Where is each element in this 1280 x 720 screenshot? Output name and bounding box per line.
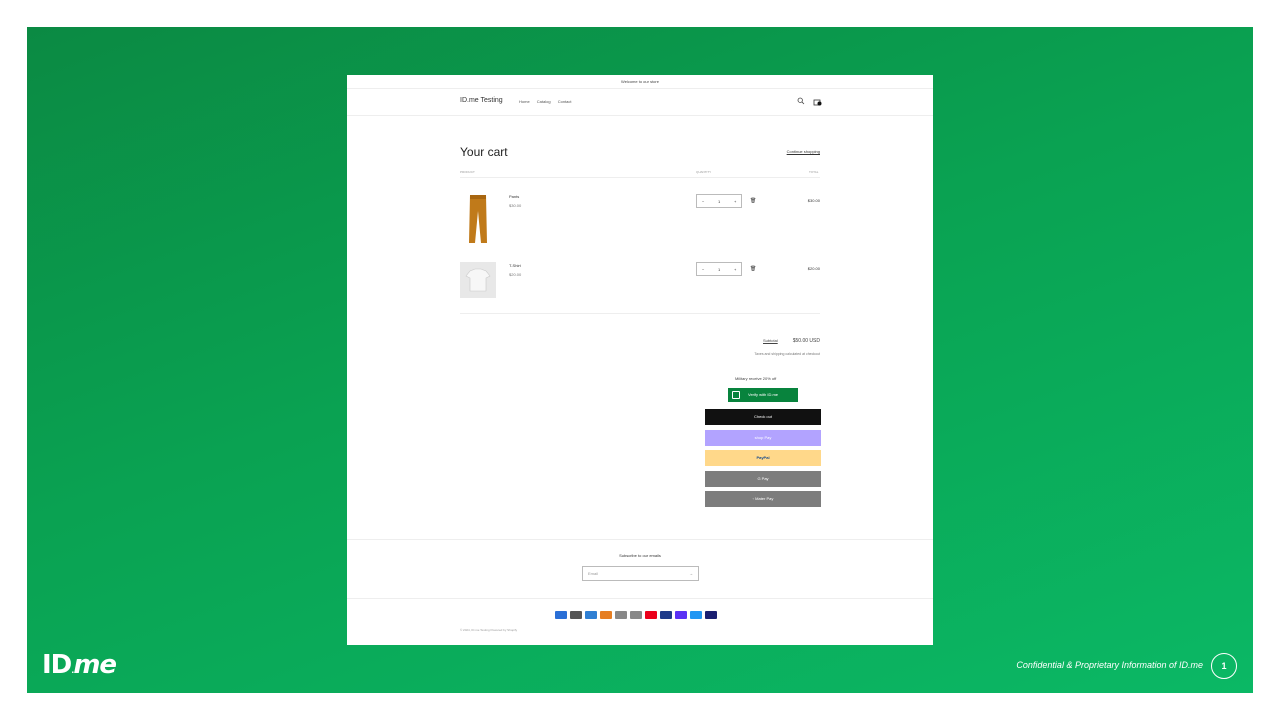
page-number: 1 (1211, 653, 1237, 679)
minus-button[interactable]: − (702, 267, 704, 272)
nav-contact[interactable]: Contact (558, 99, 572, 104)
nav-catalog[interactable]: Catalog (537, 99, 551, 104)
arrow-right-icon[interactable]: → (689, 567, 693, 580)
payment-method-icon (570, 611, 582, 619)
item-name[interactable]: T-Shirt (509, 263, 521, 268)
idme-shield-icon (732, 390, 740, 399)
paypal-button[interactable]: PayPal (705, 450, 821, 466)
divider (347, 598, 933, 599)
minus-button[interactable]: − (702, 199, 704, 204)
browser-screenshot: Welcome to our store ID.me Testing Home … (347, 75, 933, 645)
item-price: $30.00 (509, 203, 522, 208)
column-product: PRODUCT (460, 170, 475, 174)
item-price: $20.00 (509, 272, 522, 277)
payment-method-icon (555, 611, 567, 619)
email-input[interactable]: Email → (582, 566, 699, 581)
announcement-bar: Welcome to our store (347, 75, 933, 89)
column-total: TOTAL (809, 170, 819, 174)
payment-method-icon (630, 611, 642, 619)
cart-title: Your cart (460, 145, 508, 159)
checkout-button[interactable]: Check out (705, 409, 821, 425)
payment-method-icon (690, 611, 702, 619)
quantity-stepper[interactable]: − 1 + (696, 262, 742, 276)
subtotal-label: Subtotal (763, 338, 778, 343)
main-nav: Home Catalog Contact (519, 99, 578, 104)
mastercard-pay-button[interactable]: ◦ Mater Pay (705, 491, 821, 507)
payment-icons (555, 611, 717, 619)
verify-label: Verify with ID.me (748, 392, 779, 397)
military-note: Military receive 20% off (735, 376, 777, 381)
email-placeholder: Email (588, 571, 599, 576)
tax-note: Taxes and shipping calculated at checkou… (754, 352, 820, 356)
payment-method-icon (645, 611, 657, 619)
google-pay-button[interactable]: G Pay (705, 471, 821, 487)
plus-button[interactable]: + (734, 267, 736, 272)
confidential-note: Confidential & Proprietary Information o… (1016, 660, 1203, 670)
quantity-value[interactable]: 1 (718, 199, 720, 204)
divider (460, 177, 820, 178)
plus-button[interactable]: + (734, 199, 736, 204)
column-quantity: QUANTITY (696, 170, 712, 174)
divider (347, 539, 933, 540)
divider (460, 313, 820, 314)
search-icon[interactable] (797, 97, 805, 105)
verify-idme-button[interactable]: Verify with ID.me (728, 388, 798, 402)
shop-pay-button[interactable]: shop Pay (705, 430, 821, 446)
trash-icon[interactable]: 🗑 (750, 266, 756, 272)
subtotal-value: $50.00 USD (792, 338, 820, 344)
payment-method-icon (600, 611, 612, 619)
nav-home[interactable]: Home (519, 99, 530, 104)
payment-method-icon (585, 611, 597, 619)
store-logo[interactable]: ID.me Testing (460, 97, 503, 104)
payment-method-icon (615, 611, 627, 619)
item-total: $30.00 (807, 198, 820, 203)
continue-shopping-link[interactable]: Continue shopping (787, 149, 820, 154)
trash-icon[interactable]: 🗑 (750, 198, 756, 204)
quantity-stepper[interactable]: − 1 + (696, 194, 742, 208)
payment-method-icon (660, 611, 672, 619)
subscribe-heading: Subscribe to our emails (619, 553, 661, 558)
payment-method-icon (675, 611, 687, 619)
idme-logo: ID.me (42, 650, 117, 680)
item-name[interactable]: Pants (509, 194, 519, 199)
bag-icon[interactable] (813, 97, 822, 106)
store-header: ID.me Testing Home Catalog Contact (347, 89, 933, 116)
quantity-value[interactable]: 1 (718, 267, 720, 272)
copyright: © 2024, ID.me Testing Powered by Shopify (460, 628, 518, 632)
payment-method-icon (705, 611, 717, 619)
item-total: $20.00 (807, 266, 820, 271)
pants-image[interactable] (460, 193, 496, 245)
tshirt-image[interactable] (460, 262, 496, 298)
